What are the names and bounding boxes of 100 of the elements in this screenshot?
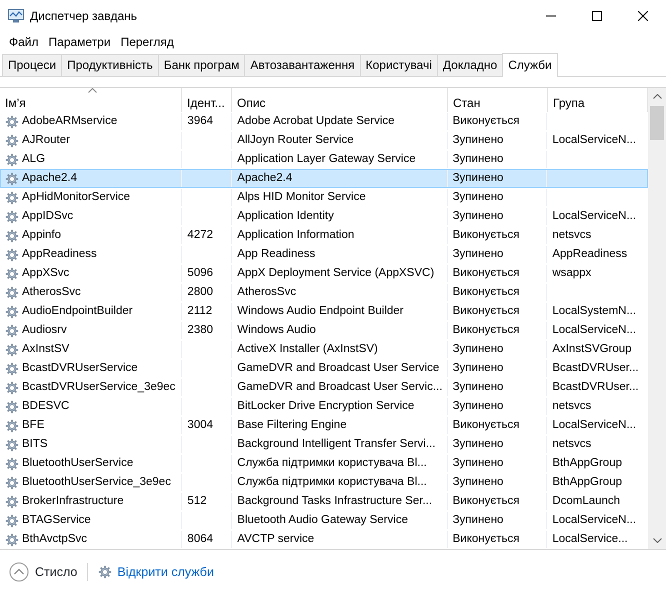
table-row[interactable]: BITS Background Intelligent Transfer Servi... Зупинено netsvcs xyxy=(0,435,648,454)
table-cell-text: AtherosSvc xyxy=(22,285,81,300)
table-row[interactable]: AppXSvc 5096 AppX Deployment Service (AppXSVC) Виконується wsappx xyxy=(0,264,648,283)
table-cell: 5096 xyxy=(187,267,214,279)
table-cell-text: Apache2.4 xyxy=(22,171,77,186)
table-cell: Background Intelligent Transfer Servi... xyxy=(237,438,436,450)
table-cell: ActiveX Installer (AxInstSV) xyxy=(237,343,378,355)
table-cell: Виконується xyxy=(452,533,520,545)
gear-icon xyxy=(5,134,19,148)
table-cell: 2112 xyxy=(187,305,212,317)
table-cell: Виконується xyxy=(452,115,520,127)
table-cell: netsvcs xyxy=(552,229,592,241)
tab[interactable]: Банк програм xyxy=(158,54,246,76)
table-row[interactable]: BrokerInfrastructure 512 Background Tasks Infrastructure Ser... Виконується DcomLaunch xyxy=(0,492,648,511)
table-cell-text: AudioEndpointBuilder xyxy=(22,304,133,319)
table-cell: Зупинено xyxy=(452,362,504,374)
table-row[interactable]: BFE 3004 Base Filtering Engine Виконується LocalServiceN... xyxy=(0,416,648,435)
gear-icon xyxy=(5,438,19,452)
table-cell: Зупинено xyxy=(452,438,504,450)
scroll-down-icon[interactable] xyxy=(652,538,662,543)
column-header[interactable]: Ідент... xyxy=(182,88,232,112)
table-cell: Application Information xyxy=(237,229,354,241)
app-icon xyxy=(8,9,24,23)
open-services-link[interactable]: Відкрити служби xyxy=(98,562,214,582)
tab[interactable]: Продуктивність xyxy=(61,54,159,76)
table-row[interactable]: BcastDVRUserService_3e9ec GameDVR and Broadcast User Servic... Зупинено BcastDVRUser... xyxy=(0,378,648,397)
table-cell: AppX Deployment Service (AppXSVC) xyxy=(237,267,434,279)
table-cell: LocalServiceN... xyxy=(552,419,636,431)
table-cell: GameDVR and Broadcast User Servic... xyxy=(237,381,442,393)
table-row[interactable]: BTAGService Bluetooth Audio Gateway Service Зупинено LocalServiceN... xyxy=(0,511,648,530)
gear-icon xyxy=(5,400,19,414)
scroll-thumb[interactable] xyxy=(650,106,664,140)
table-cell: AppReadiness xyxy=(552,248,628,260)
table-cell: Windows Audio xyxy=(237,324,316,336)
table-cell: Base Filtering Engine xyxy=(237,419,347,431)
table-row[interactable]: BluetoothUserService Служба підтримки користувача Bl... Зупинено BthAppGroup xyxy=(0,454,648,473)
close-icon xyxy=(638,11,648,21)
table-cell: LocalServiceN... xyxy=(552,134,636,146)
table-row[interactable]: ALG Application Layer Gateway Service Зупинено xyxy=(0,150,648,169)
tab[interactable]: Служби xyxy=(502,53,558,77)
table-row[interactable]: AppReadiness App Readiness Зупинено AppReadiness xyxy=(0,245,648,264)
table-cell-text: BcastDVRUserService_3e9ec xyxy=(22,380,176,395)
scrollbar[interactable] xyxy=(648,88,666,549)
table-cell: BthAppGroup xyxy=(552,457,622,469)
table-cell: LocalServiceN... xyxy=(552,324,636,336)
column-header[interactable]: Опис xyxy=(232,88,448,112)
gear-icon xyxy=(5,210,19,224)
tab[interactable]: Докладно xyxy=(436,54,504,76)
tab[interactable]: Процеси xyxy=(2,54,62,76)
table-row[interactable]: AxInstSV ActiveX Installer (AxInstSV) Зупинено AxInstSVGroup xyxy=(0,340,648,359)
table-cell: BitLocker Drive Encryption Service xyxy=(237,400,414,412)
table-row[interactable]: ApHidMonitorService Alps HID Monitor Service Зупинено xyxy=(0,188,648,207)
table-cell: Виконується xyxy=(452,324,520,336)
table-cell-text: BluetoothUserService xyxy=(22,456,134,471)
gear-icon xyxy=(5,362,19,376)
gear-icon xyxy=(5,324,19,338)
table-row[interactable]: AudioEndpointBuilder 2112 Windows Audio Endpoint Builder Виконується LocalSystemN... xyxy=(0,302,648,321)
collapse-button[interactable]: Стисло xyxy=(9,562,78,582)
table-row[interactable]: AtherosSvc 2800 AtherosSvc Виконується xyxy=(0,283,648,302)
table-cell: Служба підтримки користувача Bl... xyxy=(237,457,427,469)
table-row[interactable]: BthAvctpSvc 8064 AVCTP service Виконується LocalService... xyxy=(0,530,648,549)
table-cell: AxInstSVGroup xyxy=(552,343,632,355)
menu-item[interactable]: Параметри xyxy=(44,33,116,51)
table-cell: Зупинено xyxy=(452,153,504,165)
table-row[interactable]: BDESVC BitLocker Drive Encryption Service Зупинено netsvcs xyxy=(0,397,648,416)
table-cell: 512 xyxy=(187,495,207,507)
column-header[interactable]: Стан xyxy=(448,88,548,112)
table-cell: LocalServiceN... xyxy=(552,514,636,526)
table-row[interactable]: Audiosrv 2380 Windows Audio Виконується LocalServiceN... xyxy=(0,321,648,340)
column-header[interactable]: Ім’я xyxy=(0,88,182,112)
table-cell-text: BcastDVRUserService xyxy=(22,361,138,376)
table-cell: 8064 xyxy=(187,533,214,545)
menu-item[interactable]: Перегляд xyxy=(116,33,179,51)
table-cell: LocalSystemN... xyxy=(552,305,636,317)
table-cell-text: BluetoothUserService_3e9ec xyxy=(22,475,171,490)
table-row[interactable]: Appinfo 4272 Application Information Виконується netsvcs xyxy=(0,226,648,245)
table-cell: BthAppGroup xyxy=(552,476,622,488)
table-row[interactable]: BcastDVRUserService GameDVR and Broadcast User Service Зупинено BcastDVRUser... xyxy=(0,359,648,378)
table-cell: Application Identity xyxy=(237,210,334,222)
table-row[interactable]: AppIDSvc Application Identity Зупинено LocalServiceN... xyxy=(0,207,648,226)
menu-item[interactable]: Файл xyxy=(4,33,44,51)
tab[interactable]: Автозавантаження xyxy=(244,54,361,76)
table-cell-text: AdobeARMservice xyxy=(22,114,118,129)
table-cell: 3964 xyxy=(187,115,214,127)
table-row[interactable]: AdobeARMservice 3964 Adobe Acrobat Update Service Виконується xyxy=(0,112,648,131)
tab[interactable]: Користувачі xyxy=(360,54,438,76)
table-row[interactable]: AJRouter AllJoyn Router Service Зупинено LocalServiceN... xyxy=(0,131,648,150)
scroll-up-icon[interactable] xyxy=(652,94,662,99)
table-cell: Виконується xyxy=(452,305,520,317)
gear-icon xyxy=(5,304,19,318)
table-cell-text: BDESVC xyxy=(22,399,70,414)
table-row[interactable]: Apache2.4 Apache2.4 Зупинено xyxy=(0,169,648,188)
gear-icon xyxy=(5,494,19,508)
table-cell: netsvcs xyxy=(552,400,592,412)
table-cell: Виконується xyxy=(452,495,520,507)
table-cell: 3004 xyxy=(187,419,214,431)
table-row[interactable]: BluetoothUserService_3e9ec Служба підтримки користувача Bl... Зупинено BthAppGroup xyxy=(0,473,648,492)
window-title: Диспетчер завдань xyxy=(30,8,138,25)
table-cell: Background Tasks Infrastructure Ser... xyxy=(237,495,432,507)
table-cell: wsappx xyxy=(552,267,592,279)
